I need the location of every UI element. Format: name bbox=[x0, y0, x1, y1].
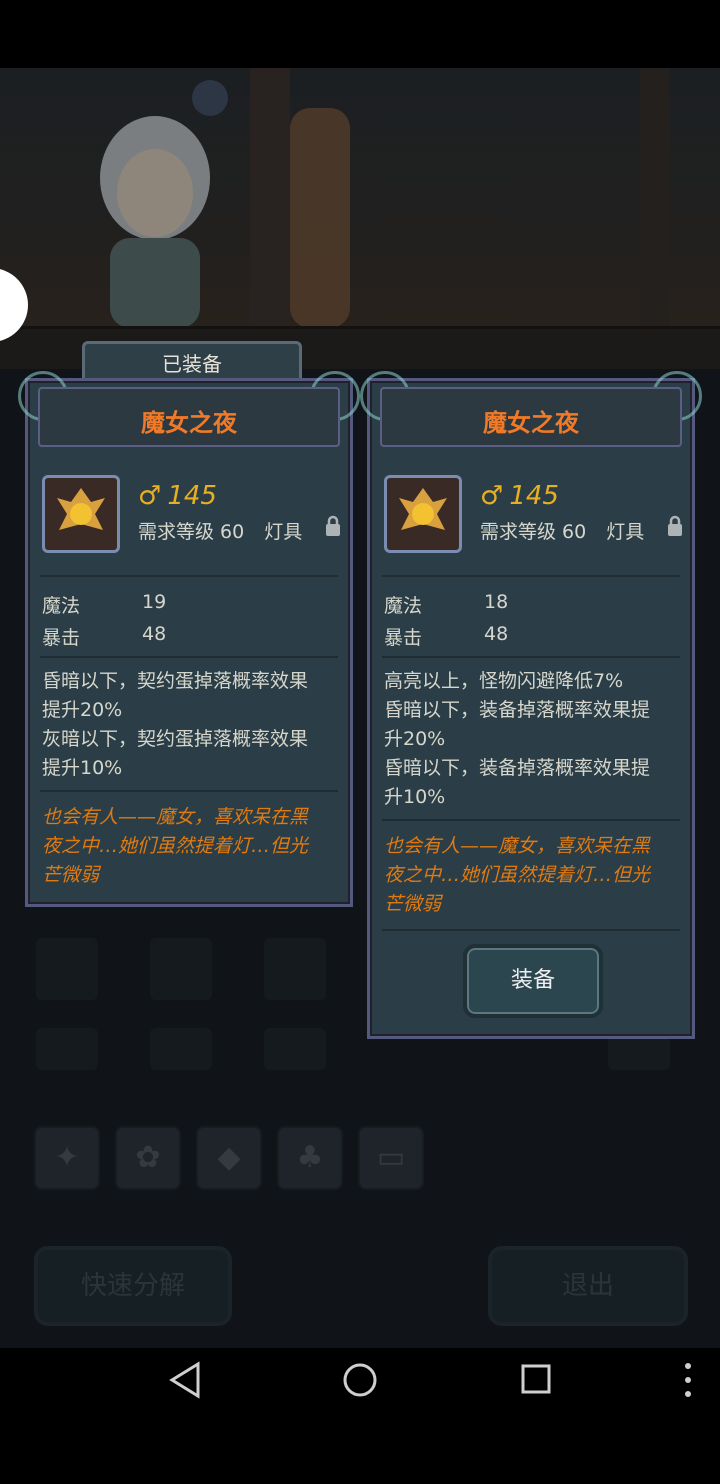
stat-value: 48 bbox=[142, 623, 167, 645]
stat-value: 48 bbox=[484, 623, 509, 645]
effect-line: 昏暗以下，装备掉落概率效果提 bbox=[384, 699, 651, 721]
recents-icon[interactable] bbox=[521, 1364, 551, 1394]
item-type: 灯具 bbox=[264, 521, 303, 543]
game-screen: ✦ ✿ ◆ ♣ ▭ 快速分解 退出 已装备 魔女之夜 ♂ 145 需求等级 60 灯… bbox=[0, 68, 720, 1348]
effect-line: 提升10% bbox=[42, 757, 123, 779]
divider bbox=[382, 656, 680, 658]
power-value: ♂ 145 bbox=[138, 481, 217, 511]
home-icon[interactable] bbox=[343, 1363, 377, 1397]
divider bbox=[382, 575, 680, 577]
back-icon[interactable] bbox=[169, 1361, 200, 1399]
stat-name: 暴击 bbox=[42, 627, 81, 649]
effect-line: 昏暗以下，装备掉落概率效果提 bbox=[384, 757, 651, 779]
effect-line: 升20% bbox=[384, 728, 446, 750]
requirement-line: 需求等级 60 灯具 bbox=[138, 517, 302, 544]
stat-name: 魔法 bbox=[384, 595, 423, 617]
divider bbox=[40, 656, 338, 658]
power-number: 145 bbox=[509, 481, 559, 511]
divider bbox=[382, 929, 680, 931]
navigation-bar bbox=[0, 1348, 720, 1480]
required-level: 需求等级 60 bbox=[138, 521, 245, 543]
effect-line: 灰暗以下，契约蛋掉落概率效果 bbox=[42, 728, 309, 750]
divider bbox=[40, 575, 338, 577]
equip-button[interactable]: 装备 bbox=[463, 944, 603, 1018]
nav-buttons bbox=[169, 1361, 691, 1399]
title-bar: 魔女之夜 bbox=[38, 387, 340, 447]
stat-name: 魔法 bbox=[42, 595, 81, 617]
stat-value: 18 bbox=[484, 591, 509, 613]
effect-line: 升10% bbox=[384, 786, 446, 808]
divider bbox=[382, 819, 680, 821]
divider bbox=[40, 790, 338, 792]
title-bar: 魔女之夜 bbox=[380, 387, 682, 447]
item-type: 灯具 bbox=[606, 521, 645, 543]
required-level: 需求等级 60 bbox=[480, 521, 587, 543]
lore-line: 夜之中…她们虽然提着灯…但光 bbox=[42, 835, 309, 857]
stat-name: 暴击 bbox=[384, 627, 423, 649]
lore-line: 也会有人——魔女，喜欢呆在黑 bbox=[384, 835, 651, 857]
power-icon: ♂ bbox=[480, 481, 504, 511]
item-title: 魔女之夜 bbox=[483, 409, 579, 437]
power-number: 145 bbox=[167, 481, 217, 511]
lock-icon[interactable] bbox=[666, 515, 684, 537]
lamp-item-icon bbox=[42, 475, 120, 553]
lore-line: 芒微弱 bbox=[42, 864, 100, 886]
lore-line: 也会有人——魔女，喜欢呆在黑 bbox=[42, 806, 309, 828]
effect-line: 高亮以上，怪物闪避降低7% bbox=[384, 670, 624, 692]
effect-line: 提升20% bbox=[42, 699, 123, 721]
lore-text: 也会有人——魔女，喜欢呆在黑 夜之中…她们虽然提着灯…但光 芒微弱 bbox=[42, 803, 308, 890]
effects-list: 高亮以上，怪物闪避降低7% 昏暗以下，装备掉落概率效果提 升20% 昏暗以下，装… bbox=[384, 667, 650, 812]
lore-line: 夜之中…她们虽然提着灯…但光 bbox=[384, 864, 651, 886]
power-value: ♂ 145 bbox=[480, 481, 559, 511]
new-item-card: 魔女之夜 ♂ 145 需求等级 60 灯具 魔法 18 暴击 48 高亮以上，怪物闪… bbox=[360, 371, 702, 1039]
equipped-item-card: 魔女之夜 ♂ 145 需求等级 60 灯具 魔法 19 暴击 48 昏暗以下，契约蛋… bbox=[18, 371, 360, 907]
power-icon: ♂ bbox=[138, 481, 162, 511]
effects-list: 昏暗以下，契约蛋掉落概率效果 提升20% 灰暗以下，契约蛋掉落概率效果 提升10… bbox=[42, 667, 308, 783]
effect-line: 昏暗以下，契约蛋掉落概率效果 bbox=[42, 670, 309, 692]
stat-value: 19 bbox=[142, 591, 167, 613]
menu-icon[interactable] bbox=[685, 1363, 691, 1369]
lamp-item-icon bbox=[384, 475, 462, 553]
item-title: 魔女之夜 bbox=[141, 409, 237, 437]
lore-text: 也会有人——魔女，喜欢呆在黑 夜之中…她们虽然提着灯…但光 芒微弱 bbox=[384, 832, 650, 919]
status-bar bbox=[0, 0, 720, 68]
lore-line: 芒微弱 bbox=[384, 893, 442, 915]
lock-icon[interactable] bbox=[324, 515, 342, 537]
requirement-line: 需求等级 60 灯具 bbox=[480, 517, 644, 544]
